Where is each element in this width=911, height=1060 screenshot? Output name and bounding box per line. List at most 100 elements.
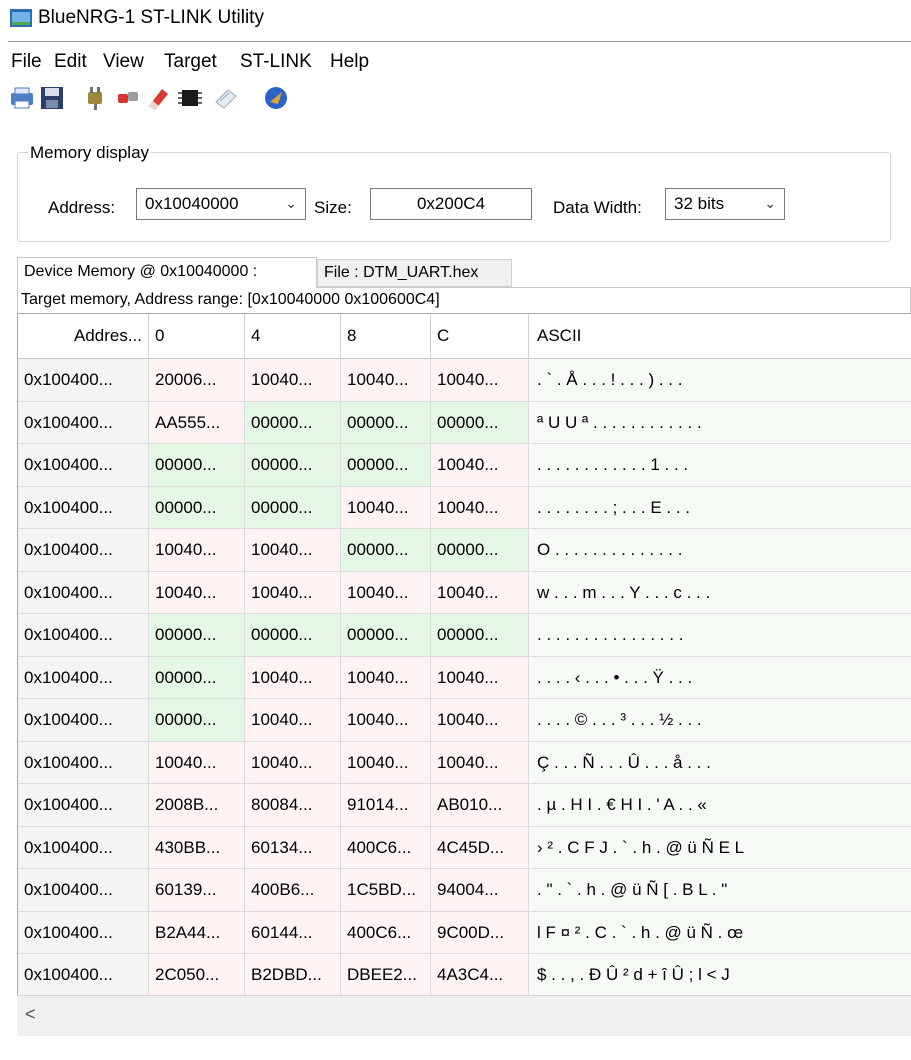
memory-cell[interactable]: 10040... xyxy=(149,741,245,784)
tab-device-memory[interactable]: Device Memory @ 0x10040000 : xyxy=(17,257,317,288)
column-header-c[interactable]: C xyxy=(431,314,529,359)
table-row[interactable]: 0x100400... 00000... 00000... 00000... 10040… xyxy=(18,444,911,487)
memory-cell[interactable]: 00000... xyxy=(245,401,341,444)
memory-cell[interactable]: 91014... xyxy=(341,784,431,827)
memory-cell[interactable]: AA555... xyxy=(149,401,245,444)
menu-help[interactable]: Help xyxy=(330,51,369,73)
ascii-cell[interactable]: Ç . . . Ñ . . . Û . . . å . . . xyxy=(529,741,911,784)
memory-cell[interactable]: 10040... xyxy=(245,741,341,784)
table-row[interactable]: 0x100400... 10040... 10040... 10040... 10040… xyxy=(18,571,911,614)
memory-cell[interactable]: 10040... xyxy=(341,359,431,402)
memory-cell[interactable]: 2008B... xyxy=(149,784,245,827)
save-icon[interactable] xyxy=(38,84,66,112)
menu-target[interactable]: Target xyxy=(164,51,217,73)
address-cell[interactable]: 0x100400... xyxy=(18,401,149,444)
memory-cell[interactable]: 1C5BD... xyxy=(341,869,431,912)
memory-cell[interactable]: 10040... xyxy=(341,486,431,529)
table-row[interactable]: 0x100400... 10040... 10040... 10040... 10040… xyxy=(18,741,911,784)
memory-cell[interactable]: 9C00D... xyxy=(431,911,529,954)
table-row[interactable]: 0x100400... B2A44... 60144... 400C6... 9C00D… xyxy=(18,911,911,954)
table-row[interactable]: 0x100400... 00000... 00000... 10040... 10040… xyxy=(18,486,911,529)
memory-cell[interactable]: 10040... xyxy=(431,699,529,742)
memory-cell[interactable]: 400C6... xyxy=(341,826,431,869)
address-cell[interactable]: 0x100400... xyxy=(18,529,149,572)
column-header-address[interactable]: Addres... xyxy=(18,314,149,359)
table-row[interactable]: 0x100400... 20006... 10040... 10040... 10040… xyxy=(18,359,911,402)
memory-cell[interactable]: 10040... xyxy=(149,571,245,614)
memory-cell[interactable]: 10040... xyxy=(245,359,341,402)
memory-cell[interactable]: DBEE2... xyxy=(341,954,431,996)
ascii-cell[interactable]: › ² . C F J . ` . h . @ ü Ñ E L xyxy=(529,826,911,869)
memory-cell[interactable]: 60139... xyxy=(149,869,245,912)
table-row[interactable]: 0x100400... 2C050... B2DBD... DBEE2... 4A3C4… xyxy=(18,954,911,996)
column-header-8[interactable]: 8 xyxy=(341,314,431,359)
memory-grid[interactable]: Addres... 0 4 8 C ASCII 0x100400... 20006… xyxy=(17,313,911,996)
address-cell[interactable]: 0x100400... xyxy=(18,741,149,784)
memory-cell[interactable]: 00000... xyxy=(149,656,245,699)
ascii-cell[interactable]: . µ . H I . € H I . ' A . . « xyxy=(529,784,911,827)
memory-cell[interactable]: 60134... xyxy=(245,826,341,869)
checksum-icon[interactable] xyxy=(212,84,240,112)
memory-cell[interactable]: 00000... xyxy=(149,614,245,657)
memory-cell[interactable]: 10040... xyxy=(245,699,341,742)
size-input[interactable]: 0x200C4 xyxy=(370,188,532,220)
memory-cell[interactable]: 60144... xyxy=(245,911,341,954)
erase-icon[interactable] xyxy=(144,84,172,112)
menu-file[interactable]: File xyxy=(11,51,42,73)
memory-cell[interactable]: 00000... xyxy=(341,614,431,657)
memory-cell[interactable]: 430BB... xyxy=(149,826,245,869)
memory-cell[interactable]: 20006... xyxy=(149,359,245,402)
printer-icon[interactable] xyxy=(8,84,36,112)
memory-cell[interactable]: 00000... xyxy=(341,529,431,572)
ascii-cell[interactable]: . . . . ‹ . . . • . . . Ÿ . . . xyxy=(529,656,911,699)
memory-cell[interactable]: 4C45D... xyxy=(431,826,529,869)
address-combo[interactable]: 0x10040000 ⌄ xyxy=(136,188,306,220)
scroll-left-arrow[interactable]: < xyxy=(25,1004,36,1025)
memory-cell[interactable]: 10040... xyxy=(341,656,431,699)
address-cell[interactable]: 0x100400... xyxy=(18,826,149,869)
memory-cell[interactable]: 10040... xyxy=(431,656,529,699)
memory-cell[interactable]: 00000... xyxy=(431,401,529,444)
table-row[interactable]: 0x100400... 00000... 00000... 00000... 00000… xyxy=(18,614,911,657)
memory-cell[interactable]: 00000... xyxy=(149,699,245,742)
tab-file[interactable]: File : DTM_UART.hex xyxy=(317,259,512,287)
memory-cell[interactable]: 2C050... xyxy=(149,954,245,996)
table-row[interactable]: 0x100400... 00000... 10040... 10040... 10040… xyxy=(18,699,911,742)
ascii-cell[interactable]: . . . . . . . . . . . . . . . . xyxy=(529,614,911,657)
memory-cell[interactable]: 10040... xyxy=(431,741,529,784)
ascii-cell[interactable]: $ . . , . Ð Û ² d + î Û ; l < J xyxy=(529,954,911,996)
memory-cell[interactable]: AB010... xyxy=(431,784,529,827)
address-cell[interactable]: 0x100400... xyxy=(18,784,149,827)
memory-cell[interactable]: 00000... xyxy=(245,486,341,529)
ascii-cell[interactable]: ª U U ª . . . . . . . . . . . . xyxy=(529,401,911,444)
memory-cell[interactable]: B2A44... xyxy=(149,911,245,954)
memory-cell[interactable]: 10040... xyxy=(341,741,431,784)
table-row[interactable]: 0x100400... 2008B... 80084... 91014... AB010… xyxy=(18,784,911,827)
address-cell[interactable]: 0x100400... xyxy=(18,444,149,487)
column-header-0[interactable]: 0 xyxy=(149,314,245,359)
memory-cell[interactable]: 00000... xyxy=(341,444,431,487)
table-row[interactable]: 0x100400... 10040... 10040... 00000... 00000… xyxy=(18,529,911,572)
ascii-cell[interactable]: . . . . . . . . ; . . . E . . . xyxy=(529,486,911,529)
ascii-cell[interactable]: l F ¤ ² . C . ` . h . @ ü Ñ . œ xyxy=(529,911,911,954)
memory-cell[interactable]: 10040... xyxy=(431,444,529,487)
memory-cell[interactable]: 4A3C4... xyxy=(431,954,529,996)
connect-icon[interactable] xyxy=(82,84,110,112)
memory-cell[interactable]: 00000... xyxy=(245,614,341,657)
table-row[interactable]: 0x100400... AA555... 00000... 00000... 00000… xyxy=(18,401,911,444)
ascii-cell[interactable]: O . . . . . . . . . . . . . . xyxy=(529,529,911,572)
memory-cell[interactable]: 10040... xyxy=(341,571,431,614)
memory-cell[interactable]: 10040... xyxy=(431,486,529,529)
memory-cell[interactable]: 10040... xyxy=(245,529,341,572)
menu-edit[interactable]: Edit xyxy=(54,51,87,73)
memory-cell[interactable]: 10040... xyxy=(245,571,341,614)
address-cell[interactable]: 0x100400... xyxy=(18,699,149,742)
table-row[interactable]: 0x100400... 00000... 10040... 10040... 10040… xyxy=(18,656,911,699)
address-cell[interactable]: 0x100400... xyxy=(18,614,149,657)
menu-view[interactable]: View xyxy=(103,51,144,73)
address-cell[interactable]: 0x100400... xyxy=(18,656,149,699)
memory-cell[interactable]: 10040... xyxy=(149,529,245,572)
column-header-ascii[interactable]: ASCII xyxy=(529,314,911,359)
memory-cell[interactable]: 00000... xyxy=(149,444,245,487)
memory-cell[interactable]: 10040... xyxy=(431,571,529,614)
